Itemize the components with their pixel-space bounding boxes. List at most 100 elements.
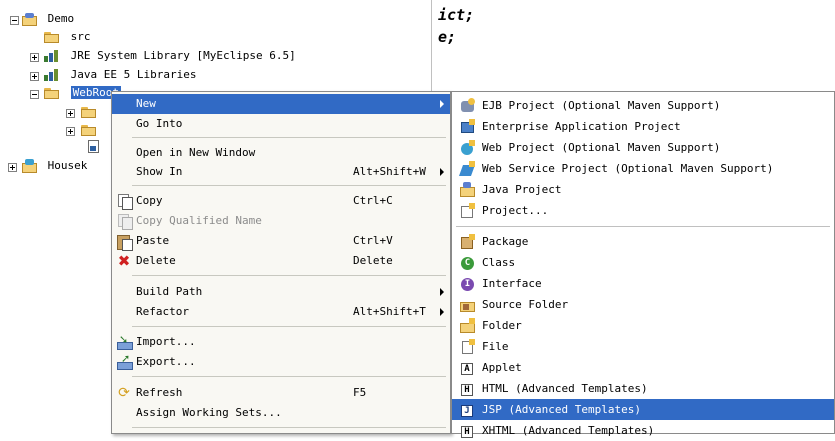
web-project-icon xyxy=(460,140,476,156)
tree-item-label: JRE System Library [MyEclipse 6.5] xyxy=(70,49,296,62)
menu-item-export[interactable]: ➚ Export... xyxy=(112,352,450,372)
delete-icon: ✖ xyxy=(117,252,131,270)
submenu-item-label: Interface xyxy=(482,277,542,290)
menu-item-copy[interactable]: Copy Ctrl+C xyxy=(112,191,450,211)
menu-separator xyxy=(132,376,446,377)
menu-item-label: Open in New Window xyxy=(136,146,256,159)
jsp-file-icon: J xyxy=(460,402,476,418)
submenu-item-web-project[interactable]: Web Project (Optional Maven Support) xyxy=(452,137,834,158)
menu-item-go-into[interactable]: Go Into xyxy=(112,114,450,134)
submenu-item-package[interactable]: Package xyxy=(452,231,834,252)
tree-item-javaee-libraries[interactable]: Java EE 5 Libraries xyxy=(44,67,196,83)
submenu-item-applet[interactable]: A Applet xyxy=(452,357,834,378)
package-icon xyxy=(460,234,476,250)
menu-shortcut: F5 xyxy=(353,386,367,399)
class-icon: C xyxy=(460,255,476,271)
menu-separator xyxy=(132,326,446,327)
applet-icon: A xyxy=(460,360,476,376)
menu-shortcut: Delete xyxy=(353,254,393,267)
menu-separator xyxy=(132,275,446,276)
menu-separator xyxy=(456,226,830,227)
menu-item-label: Build Path xyxy=(136,285,203,298)
html-file-icon: H xyxy=(460,381,476,397)
import-icon: ➘ xyxy=(116,334,133,350)
submenu-item-jsp[interactable]: J JSP (Advanced Templates) xyxy=(452,399,834,420)
submenu-item-label: HTML (Advanced Templates) xyxy=(482,382,648,395)
jsp-file-icon xyxy=(88,140,99,153)
menu-item-label: Show In xyxy=(136,165,183,178)
menu-item-refactor[interactable]: Refactor Alt+Shift+T xyxy=(112,302,450,322)
expand-toggle-housek[interactable] xyxy=(8,163,17,172)
expand-toggle-child-1[interactable] xyxy=(66,109,75,118)
tree-item-webroot[interactable]: WebRoot xyxy=(44,85,121,101)
submenu-item-html[interactable]: H HTML (Advanced Templates) xyxy=(452,378,834,399)
submenu-item-enterprise-application-project[interactable]: Enterprise Application Project xyxy=(452,116,834,137)
menu-item-label: New xyxy=(136,97,156,110)
expand-toggle-child-2[interactable] xyxy=(66,127,75,136)
submenu-arrow-icon xyxy=(440,168,444,176)
menu-item-new[interactable]: New xyxy=(112,94,450,114)
library-icon xyxy=(44,50,60,62)
tree-item-demo[interactable]: Demo xyxy=(22,11,74,27)
menu-shortcut: Alt+Shift+T xyxy=(353,305,426,318)
submenu-item-project[interactable]: Project... xyxy=(452,200,834,221)
submenu-item-label: Source Folder xyxy=(482,298,569,311)
expand-toggle-jre[interactable] xyxy=(30,53,39,62)
copy-icon xyxy=(116,193,133,210)
submenu-item-label: File xyxy=(482,340,509,353)
folder-icon xyxy=(81,124,97,136)
submenu-item-interface[interactable]: I Interface xyxy=(452,273,834,294)
open-folder-icon xyxy=(44,87,60,99)
export-icon: ➚ xyxy=(116,353,133,370)
menu-item-label: Go Into xyxy=(136,117,183,130)
menu-item-label: Copy xyxy=(136,194,163,207)
expand-toggle-javaee[interactable] xyxy=(30,72,39,81)
submenu-item-source-folder[interactable]: Source Folder xyxy=(452,294,834,315)
refresh-icon: ⟳ xyxy=(118,385,130,401)
submenu-item-ejb-project[interactable]: EJB Project (Optional Maven Support) xyxy=(452,95,834,116)
menu-item-assign-working-sets[interactable]: Assign Working Sets... xyxy=(112,403,450,423)
menu-item-label: Copy Qualified Name xyxy=(136,214,262,227)
java-project-icon xyxy=(460,182,476,198)
menu-item-import[interactable]: ➘ Import... xyxy=(112,332,450,352)
project-icon xyxy=(22,12,38,26)
submenu-item-xhtml[interactable]: H XHTML (Advanced Templates) xyxy=(452,420,834,441)
code-editor[interactable]: ict; e; xyxy=(431,0,835,92)
new-submenu: EJB Project (Optional Maven Support) Ent… xyxy=(451,91,835,438)
xhtml-file-icon: H xyxy=(460,423,476,439)
menu-item-show-in[interactable]: Show In Alt+Shift+W xyxy=(112,162,450,182)
tree-item-src[interactable]: src xyxy=(44,29,91,45)
submenu-item-label: EJB Project (Optional Maven Support) xyxy=(482,99,721,112)
submenu-item-label: Class xyxy=(482,256,516,269)
menu-shortcut: Alt+Shift+W xyxy=(353,165,426,178)
copy-qualified-icon xyxy=(116,213,133,230)
interface-icon: I xyxy=(460,276,476,292)
submenu-item-class[interactable]: C Class xyxy=(452,252,834,273)
folder-icon xyxy=(460,318,476,334)
submenu-item-label: Web Service Project (Optional Maven Supp… xyxy=(482,162,774,175)
collapse-toggle-webroot[interactable] xyxy=(30,90,39,99)
submenu-item-folder[interactable]: Folder xyxy=(452,315,834,336)
menu-item-open-new-window[interactable]: Open in New Window xyxy=(112,143,450,163)
menu-item-label: Paste xyxy=(136,234,170,247)
submenu-item-web-service-project[interactable]: Web Service Project (Optional Maven Supp… xyxy=(452,158,834,179)
menu-item-delete[interactable]: ✖ Delete Delete xyxy=(112,251,450,271)
submenu-item-file[interactable]: File xyxy=(452,336,834,357)
submenu-item-java-project[interactable]: Java Project xyxy=(452,179,834,200)
menu-shortcut: Ctrl+V xyxy=(353,234,393,247)
tree-item-housek[interactable]: Housek xyxy=(22,158,87,174)
paste-icon xyxy=(116,233,133,251)
collapse-toggle-demo[interactable] xyxy=(10,16,19,25)
menu-separator xyxy=(132,185,446,186)
menu-item-refresh[interactable]: ⟳ Refresh F5 xyxy=(112,383,450,403)
menu-item-build-path[interactable]: Build Path xyxy=(112,282,450,302)
package-folder-icon xyxy=(44,31,60,43)
menu-item-paste[interactable]: Paste Ctrl+V xyxy=(112,231,450,251)
submenu-item-label: Package xyxy=(482,235,529,248)
tree-item-jre-library[interactable]: JRE System Library [MyEclipse 6.5] xyxy=(44,48,296,64)
menu-item-label: Delete xyxy=(136,254,176,267)
submenu-item-label: Folder xyxy=(482,319,522,332)
submenu-item-label: Project... xyxy=(482,204,549,217)
menu-separator xyxy=(132,427,446,428)
source-folder-icon xyxy=(460,297,476,313)
